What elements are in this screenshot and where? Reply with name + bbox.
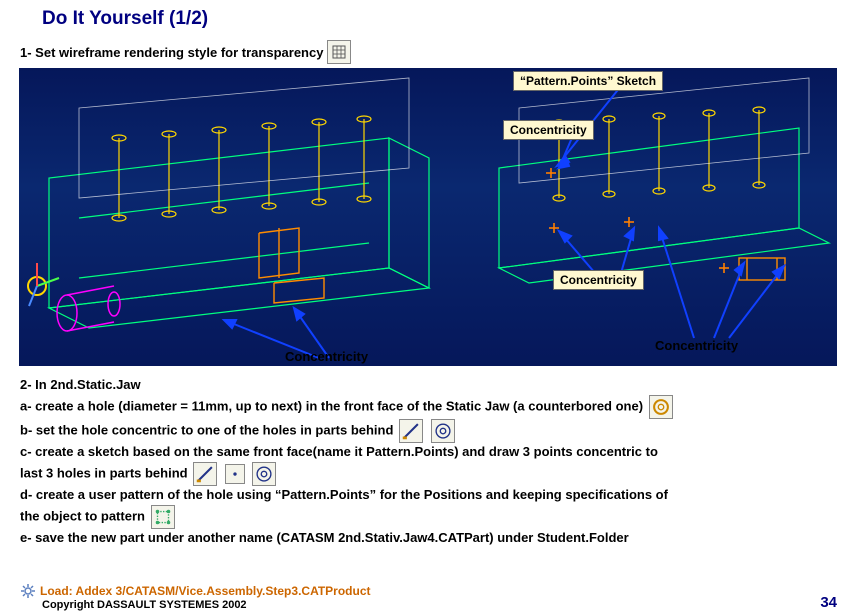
- label-pattern-points: “Pattern.Points” Sketch: [513, 71, 663, 91]
- step-1-line: 1- Set wireframe rendering style for tra…: [0, 36, 851, 66]
- page-number: 34: [820, 594, 837, 611]
- step2-header: 2- In 2nd.Static.Jaw: [20, 376, 831, 395]
- label-concentricity-2: Concentricity: [553, 270, 644, 290]
- step2-c1: c- create a sketch based on the same fro…: [20, 443, 831, 462]
- concentric-constraint-icon: [431, 419, 455, 443]
- step2-c2: last 3 holes in parts behind: [20, 465, 188, 480]
- counterbore-hole-icon: [649, 395, 673, 419]
- label-concentricity-3: Concentricity: [655, 338, 738, 353]
- step-2-block: 2- In 2nd.Static.Jaw a- create a hole (d…: [0, 366, 851, 547]
- copyright-text: Copyright DASSAULT SYSTEMES 2002: [20, 599, 371, 611]
- step2-d2: the object to pattern: [20, 508, 145, 523]
- cad-viewport: “Pattern.Points” Sketch Concentricity Co…: [19, 68, 837, 366]
- label-concentricity-1: Concentricity: [503, 120, 594, 140]
- label-concentricity-4: Concentricity: [285, 349, 368, 364]
- wireframe-render-icon: [327, 40, 351, 64]
- point-icon: [225, 464, 245, 484]
- step2-a: a- create a hole (diameter = 11mm, up to…: [20, 398, 643, 413]
- step2-b: b- set the hole concentric to one of the…: [20, 422, 393, 437]
- step-1-text: 1- Set wireframe rendering style for tra…: [20, 45, 323, 60]
- user-pattern-icon: [151, 505, 175, 529]
- concentric-icon: [252, 462, 276, 486]
- load-text: Load: Addex 3/CATASM/Vice.Assembly.Step3…: [40, 584, 371, 598]
- gear-icon: [20, 583, 36, 599]
- step2-d1: d- create a user pattern of the hole usi…: [20, 486, 831, 505]
- slide-footer: Load: Addex 3/CATASM/Vice.Assembly.Step3…: [20, 583, 837, 611]
- sketch-icon: [399, 419, 423, 443]
- page-title: Do It Yourself (1/2): [0, 0, 851, 36]
- sketch-tool-icon: [193, 462, 217, 486]
- step2-e: e- save the new part under another name …: [20, 529, 831, 548]
